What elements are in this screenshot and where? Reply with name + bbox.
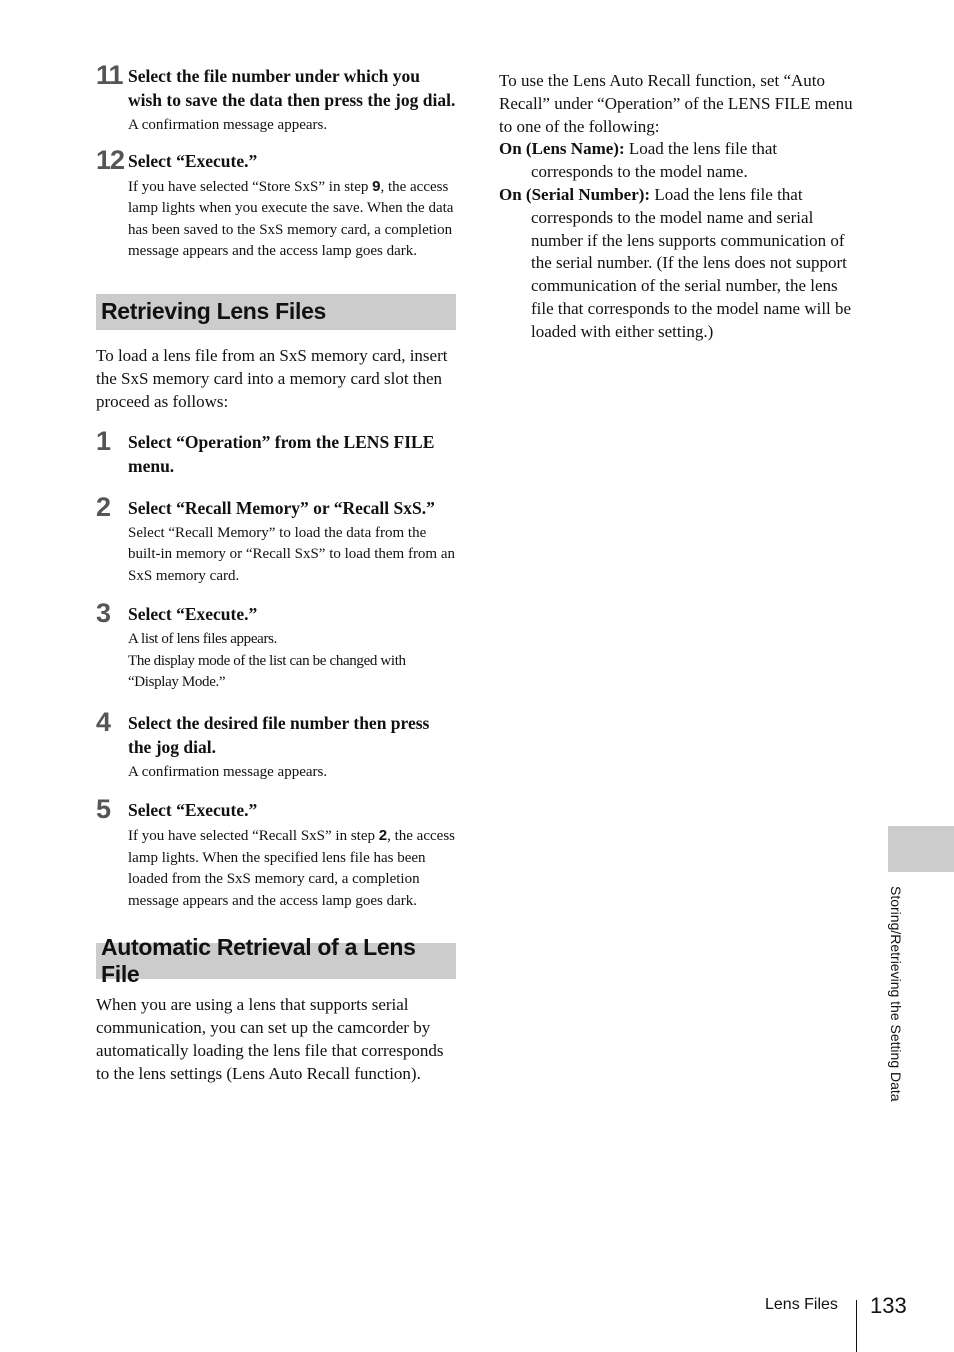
- page-number: 133: [870, 1293, 907, 1318]
- step-number: 12: [96, 144, 125, 175]
- step-number: 2: [96, 491, 111, 522]
- option-term: On (Lens Name):: [499, 139, 625, 159]
- step-title: Select “Execute.”: [128, 604, 258, 624]
- left-column: 11 Select the file number under which yo…: [96, 60, 456, 1085]
- step-title: Select the desired file number then pres…: [128, 712, 430, 757]
- step-body-line: The display mode of the list can be chan…: [128, 652, 406, 691]
- step-2: 2 Select “Recall Memory” or “Recall SxS.…: [96, 491, 456, 588]
- step-4: 4 Select the desired file number then pr…: [96, 706, 456, 784]
- step-title: Select “Operation” from the LENS FILE me…: [128, 431, 435, 476]
- step-reference: 2: [378, 827, 388, 844]
- step-12: 12 Select “Execute.” If you have selecte…: [96, 144, 456, 263]
- step-number: 1: [96, 425, 111, 456]
- chapter-side-label: Storing/Retrieving the Setting Data: [886, 886, 906, 1126]
- step-number: 4: [96, 706, 111, 737]
- option-lens-name: On (Lens Name): Load the lens file that …: [499, 138, 859, 184]
- footer-section-label: Lens Files: [765, 1296, 838, 1313]
- option-serial-number: On (Serial Number): Load the lens file t…: [499, 184, 859, 344]
- step-number: 11: [96, 60, 124, 90]
- footer-divider: [856, 1300, 857, 1352]
- option-term: On (Serial Number):: [499, 184, 651, 204]
- step-1: 1 Select “Operation” from the LENS FILE …: [96, 425, 456, 478]
- auto-recall-intro: To use the Lens Auto Recall function, se…: [499, 71, 853, 136]
- section-heading-automatic-retrieval: Automatic Retrieval of a Lens File: [96, 934, 456, 987]
- step-number: 5: [96, 794, 111, 824]
- right-column: To use the Lens Auto Recall function, se…: [499, 70, 859, 344]
- step-body-text: If you have selected “Store SxS” in step: [128, 178, 373, 195]
- step-5: 5 Select “Execute.” If you have selected…: [96, 794, 456, 912]
- step-body: A confirmation message appears.: [128, 117, 328, 133]
- section-intro: To load a lens file from an SxS memory c…: [96, 345, 448, 411]
- step-title: Select “Recall Memory” or “Recall SxS.”: [128, 497, 435, 518]
- option-description: Load the lens file that corresponds to t…: [531, 184, 852, 341]
- step-title: Select “Execute.”: [128, 800, 258, 820]
- chapter-side-label-text: Storing/Retrieving the Setting Data: [888, 886, 904, 1102]
- step-body: If you have selected “Store SxS” in step…: [128, 176, 456, 263]
- step-body: Select “Recall Memory” to load the data …: [128, 524, 456, 584]
- step-title: Select the file number under which you w…: [128, 66, 456, 110]
- step-body: A confirmation message appears.: [128, 763, 328, 780]
- step-3: 3 Select “Execute.” A list of lens files…: [96, 598, 456, 694]
- step-body: If you have selected “Recall SxS” in ste…: [128, 825, 456, 912]
- step-body-line: A list of lens files appears.: [128, 631, 277, 647]
- section-intro: When you are using a lens that supports …: [96, 995, 444, 1083]
- step-body-text: If you have selected “Recall SxS” in ste…: [128, 828, 379, 844]
- step-title: Select “Execute.”: [128, 150, 258, 171]
- section-heading-retrieving: Retrieving Lens Files: [96, 293, 456, 330]
- chapter-thumb-tab: [888, 826, 954, 872]
- step-11: 11 Select the file number under which yo…: [96, 60, 456, 137]
- step-number: 3: [96, 598, 111, 628]
- step-body: A list of lens files appears. The display…: [128, 629, 456, 694]
